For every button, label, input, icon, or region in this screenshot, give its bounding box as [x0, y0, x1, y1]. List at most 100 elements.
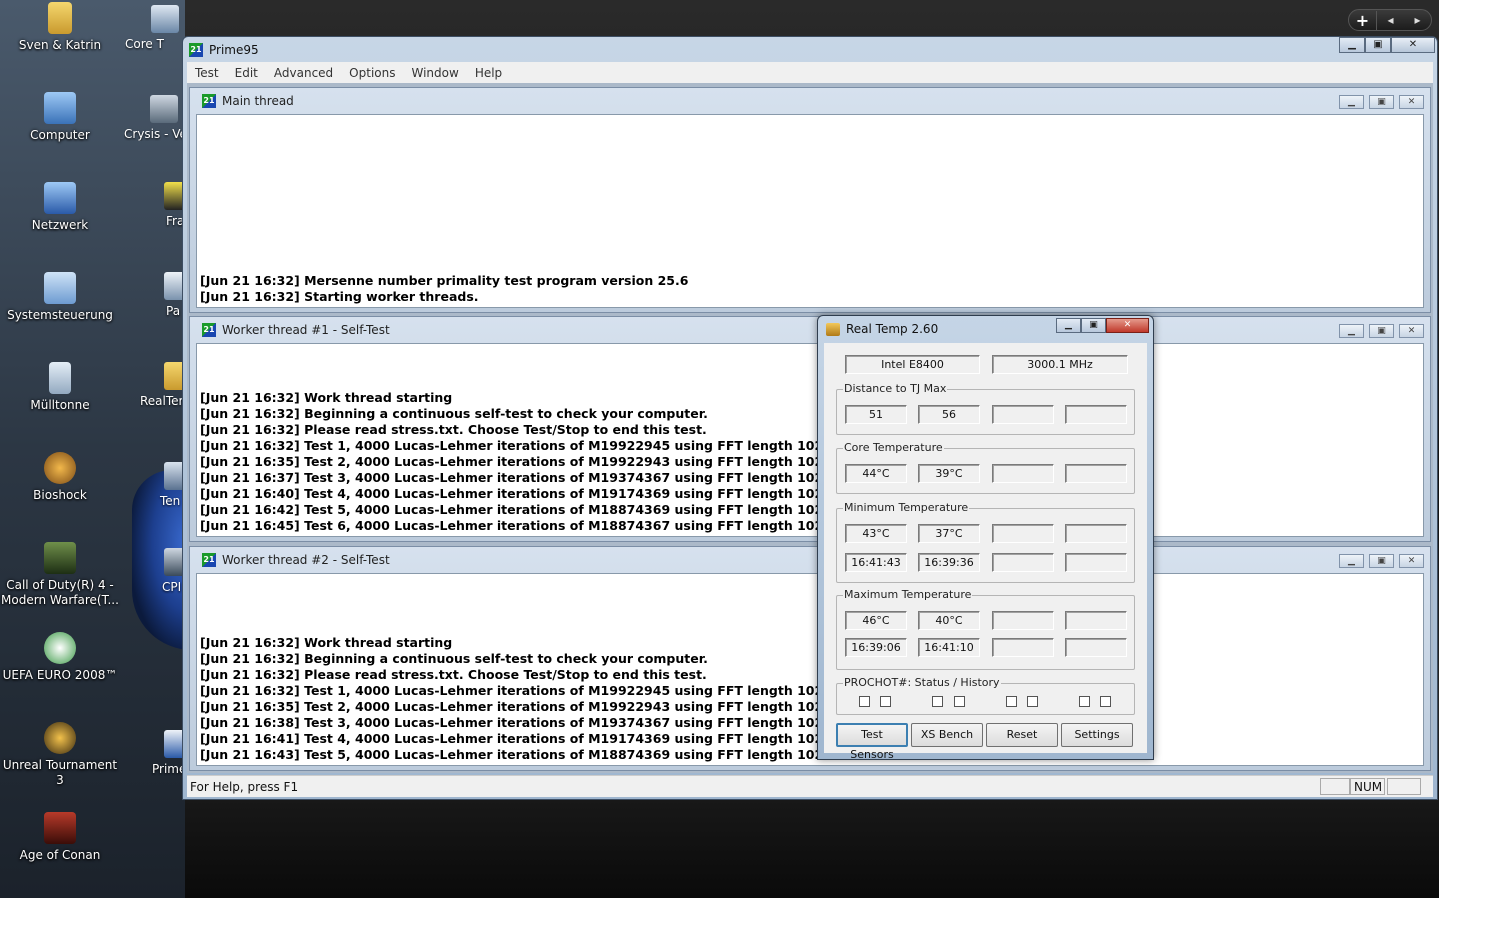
menu-test[interactable]: Test: [187, 66, 227, 80]
worker-thread-2-window: 21 Worker thread #2 - Self-Test ▁ ▣ ✕ [J…: [189, 546, 1431, 771]
age-of-conan-icon: [44, 812, 76, 844]
mdi-maximize-button[interactable]: ▣: [1369, 554, 1394, 568]
log-output[interactable]: [Jun 21 16:32] Work thread starting [Jun…: [196, 573, 1424, 766]
prochot-status-checkbox-3[interactable]: [1079, 696, 1090, 707]
desktop-icon-core-temp[interactable]: Core T: [125, 5, 182, 51]
status-panel-num: NUM: [1350, 778, 1385, 795]
crysis-icon: [150, 95, 178, 123]
log-line: [Jun 21 16:32] Please read stress.txt. C…: [200, 422, 707, 437]
desktop-icon-realtemp[interactable]: RealTer: [140, 362, 182, 408]
desktop-icon-unreal-tournament[interactable]: Unreal Tournament 3: [0, 722, 120, 788]
desktop-icon-netzwerk[interactable]: Netzwerk: [0, 182, 120, 233]
realtemp-titlebar[interactable]: Real Temp 2.60: [826, 322, 938, 336]
log-line: [Jun 21 16:38] Test 3, 4000 Lucas-Lehmer…: [200, 715, 847, 730]
test-sensors-button[interactable]: Test Sensors: [836, 723, 908, 761]
menu-options[interactable]: Options: [341, 66, 403, 80]
prime95-titlebar[interactable]: 21 Prime95: [189, 39, 259, 61]
sidebar-prev-button[interactable]: ◂: [1377, 13, 1404, 27]
realtemp-title: Real Temp 2.60: [846, 322, 939, 336]
log-line: [Jun 21 16:32] Please read stress.txt. C…: [200, 667, 707, 682]
close-button[interactable]: ✕: [1391, 37, 1435, 53]
maximize-button[interactable]: ▣: [1081, 318, 1106, 333]
xs-bench-button[interactable]: XS Bench: [911, 723, 983, 747]
desktop-icon-systemsteuerung[interactable]: Systemsteuerung: [0, 272, 120, 323]
prochot-history-checkbox-1[interactable]: [954, 696, 965, 707]
sidebar-add-button[interactable]: +: [1349, 10, 1377, 30]
minimize-button[interactable]: ▁: [1056, 318, 1081, 333]
max-temp-0: 46°C: [845, 611, 907, 630]
min-time-0: 16:41:43: [845, 553, 907, 572]
min-time-2: [992, 553, 1054, 572]
realtemp-body: Intel E8400 3000.1 MHz Distance to TJ Ma…: [824, 343, 1147, 761]
status-panel-caps: [1320, 778, 1350, 795]
log-line: [Jun 21 16:43] Test 5, 4000 Lucas-Lehmer…: [200, 747, 847, 762]
mdi-titlebar[interactable]: 21 Worker thread #2 - Self-Test: [202, 553, 390, 567]
desktop-icon-bioshock[interactable]: Bioshock: [0, 452, 120, 503]
realtemp-window-controls: ▁ ▣ ✕: [1056, 318, 1149, 333]
status-panel-scroll: [1387, 778, 1421, 795]
prochot-status-checkbox-0[interactable]: [859, 696, 870, 707]
desktop-icon-crysis[interactable]: Crysis - Ve: [124, 95, 182, 141]
prochot-history-checkbox-3[interactable]: [1100, 696, 1111, 707]
distance-to-tjmax-group: Distance to TJ Max 51 56: [836, 382, 1135, 435]
group-label: Distance to TJ Max: [843, 382, 948, 395]
mdi-maximize-button[interactable]: ▣: [1369, 324, 1394, 338]
mdi-minimize-button[interactable]: ▁: [1339, 95, 1364, 109]
mdi-controls: ▁ ▣ ✕: [1339, 95, 1424, 109]
desktop-icon-temp[interactable]: Ten: [140, 462, 182, 508]
realtemp-app-icon: [826, 322, 840, 336]
cpu-clock: 3000.1 MHz: [992, 355, 1128, 374]
prochot-status-checkbox-1[interactable]: [932, 696, 943, 707]
mdi-close-button[interactable]: ✕: [1399, 95, 1424, 109]
mdi-titlebar[interactable]: 21 Worker thread #1 - Self-Test: [202, 323, 390, 337]
log-line: [Jun 21 16:32] Beginning a continuous se…: [200, 406, 708, 421]
log-output[interactable]: [Jun 21 16:32] Work thread starting [Jun…: [196, 343, 1424, 537]
desktop-icon-age-of-conan[interactable]: Age of Conan: [0, 812, 120, 863]
mdi-client-area: 21 Main thread ▁ ▣ ✕ [Jun 21 16:32] Mers…: [187, 83, 1433, 773]
max-temp-3: [1065, 611, 1127, 630]
desktop-icon-uefa-euro[interactable]: UEFA EURO 2008™: [0, 632, 120, 683]
settings-button[interactable]: Settings: [1061, 723, 1133, 747]
prime95-doc-icon: 21: [202, 323, 216, 337]
log-line: [Jun 21 16:35] Test 2, 4000 Lucas-Lehmer…: [200, 454, 847, 469]
prochot-history-checkbox-2[interactable]: [1027, 696, 1038, 707]
mdi-minimize-button[interactable]: ▁: [1339, 554, 1364, 568]
reset-button[interactable]: Reset: [986, 723, 1058, 747]
close-button[interactable]: ✕: [1106, 318, 1149, 333]
folder-icon: [164, 362, 182, 390]
mdi-titlebar[interactable]: 21 Main thread: [202, 94, 294, 108]
desktop-icon-fraps[interactable]: Fra: [140, 182, 182, 228]
core-temperature-group: Core Temperature 44°C 39°C: [836, 441, 1135, 494]
mdi-close-button[interactable]: ✕: [1399, 324, 1424, 338]
group-label: Minimum Temperature: [843, 501, 970, 514]
min-temp-2: [992, 524, 1054, 543]
prochot-history-checkbox-0[interactable]: [880, 696, 891, 707]
log-output[interactable]: [Jun 21 16:32] Mersenne number primality…: [196, 114, 1424, 308]
minimize-button[interactable]: ▁: [1339, 37, 1365, 53]
max-time-1: 16:41:10: [918, 638, 980, 657]
desktop-icon-muelltonne[interactable]: Mülltonne: [0, 362, 120, 413]
desktop-icon-pa[interactable]: Pa: [140, 272, 182, 318]
cpu-model: Intel E8400: [845, 355, 980, 374]
desktop-icon-prime95[interactable]: Prime: [140, 730, 182, 776]
maximum-temperature-group: Maximum Temperature 46°C 40°C 16:39:06 1…: [836, 588, 1135, 670]
menu-window[interactable]: Window: [403, 66, 466, 80]
desktop-icon-cpuz[interactable]: CPI: [140, 548, 182, 594]
desktop-icon-sven-katrin[interactable]: Sven & Katrin: [0, 2, 120, 53]
mdi-maximize-button[interactable]: ▣: [1369, 95, 1394, 109]
shortcut-icon: [164, 462, 182, 490]
log-line: [Jun 21 16:42] Test 5, 4000 Lucas-Lehmer…: [200, 502, 847, 517]
desktop-icon-call-of-duty[interactable]: Call of Duty(R) 4 - Modern Warfare(T...: [0, 542, 120, 608]
shortcut-icon: [164, 272, 182, 300]
maximize-button[interactable]: ▣: [1365, 37, 1391, 53]
menu-advanced[interactable]: Advanced: [266, 66, 341, 80]
mdi-close-button[interactable]: ✕: [1399, 554, 1424, 568]
bioshock-icon: [44, 452, 76, 484]
mdi-controls: ▁ ▣ ✕: [1339, 554, 1424, 568]
menu-help[interactable]: Help: [467, 66, 510, 80]
menu-edit[interactable]: Edit: [227, 66, 266, 80]
sidebar-next-button[interactable]: ▸: [1404, 13, 1431, 27]
desktop-icon-computer[interactable]: Computer: [0, 92, 120, 143]
prochot-status-checkbox-2[interactable]: [1006, 696, 1017, 707]
mdi-minimize-button[interactable]: ▁: [1339, 324, 1364, 338]
